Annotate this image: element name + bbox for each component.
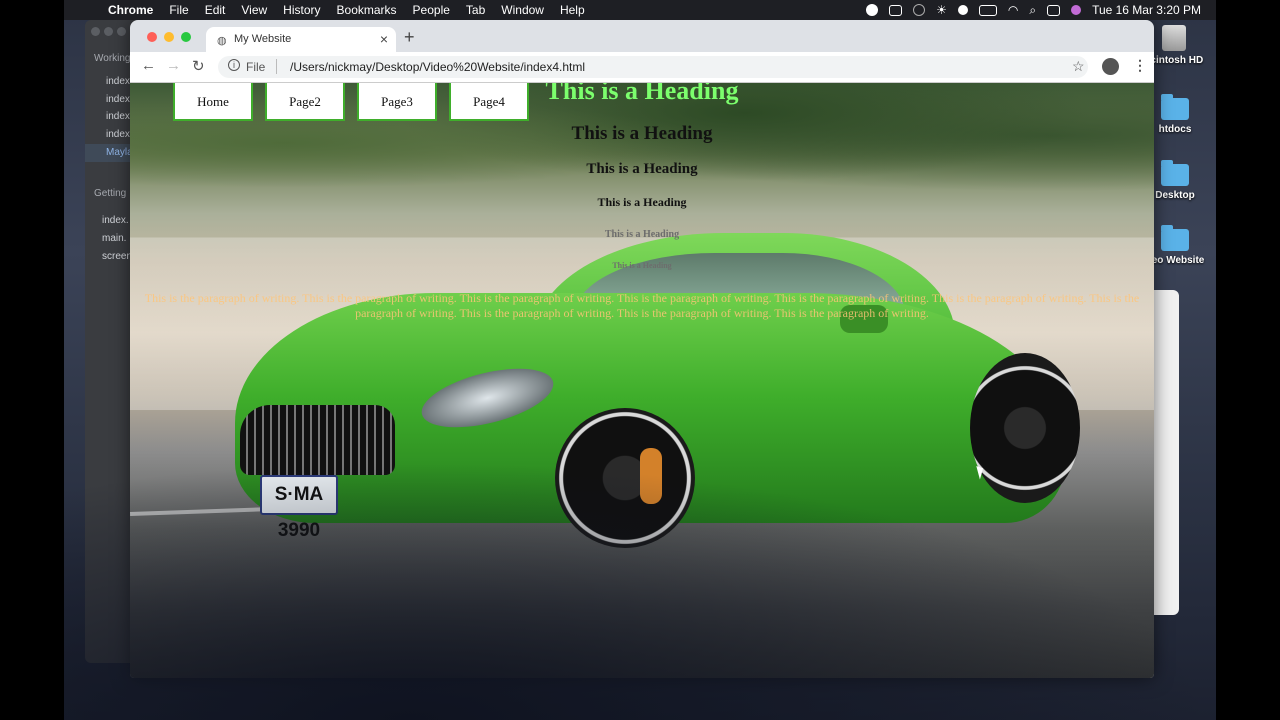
desktop: Chrome File Edit View History Bookmarks … (64, 0, 1216, 720)
search-icon[interactable]: ⌕ (1029, 3, 1036, 18)
heading-h5: This is a Heading (604, 229, 680, 240)
editor-section-working: Working (94, 53, 131, 64)
menu-help[interactable]: Help (560, 3, 585, 17)
editor-file[interactable]: index (106, 129, 130, 140)
record-icon[interactable] (866, 4, 879, 16)
desktop-icon-label: Desktop (1155, 190, 1195, 201)
menu-app-chrome[interactable]: Chrome (108, 3, 153, 17)
heading-h4: This is a Heading (597, 195, 687, 209)
editor-file[interactable]: main. (102, 233, 126, 244)
screen-mirror-icon[interactable] (889, 4, 903, 16)
toolbar: ← → ↻ i File /Users/nickmay/Desktop/Vide… (130, 52, 1154, 83)
heading-h6: This is a Heading (612, 261, 672, 270)
editor-traffic-lights (91, 27, 130, 39)
close-window-button[interactable] (147, 32, 157, 42)
car-grille (240, 405, 395, 475)
background-panel (1154, 290, 1179, 615)
menu-tab[interactable]: Tab (466, 3, 485, 17)
rear-wheel (970, 353, 1080, 503)
paragraph: This is the paragraph of writing. This i… (144, 291, 1140, 320)
editor-file[interactable]: index (106, 111, 130, 122)
control-center-icon[interactable] (1047, 4, 1061, 16)
folder-icon (1161, 94, 1189, 120)
desktop-icon-label: deo Website (1145, 255, 1205, 266)
editor-section-getting: Getting (94, 188, 127, 199)
menu-window[interactable]: Window (501, 3, 544, 17)
tab-my-website[interactable]: ◍ My Website × (206, 27, 396, 53)
menu-people[interactable]: People (413, 3, 450, 17)
desktop-icon-label: htdocs (1158, 124, 1192, 135)
mouse-cursor-icon (976, 464, 986, 480)
forward-icon[interactable]: → (166, 57, 181, 74)
back-icon[interactable]: ← (141, 57, 156, 74)
folder-icon (1161, 160, 1189, 186)
menu-kebab-icon[interactable]: ⋮ (1133, 57, 1147, 74)
editor-file[interactable]: index (106, 76, 130, 87)
zoom-window-button[interactable] (181, 32, 191, 42)
road-marking (130, 503, 360, 517)
globe-icon: ◍ (217, 35, 227, 47)
hdd-icon (1162, 25, 1186, 51)
url-text[interactable]: /Users/nickmay/Desktop/Video%20Website/i… (290, 60, 585, 74)
car-image: S·MA 3990 (235, 233, 1080, 563)
w-app-icon[interactable] (913, 4, 926, 16)
address-bar[interactable]: i File /Users/nickmay/Desktop/Video%20We… (218, 56, 1088, 78)
minimize-window-button[interactable] (164, 32, 174, 42)
account-icon[interactable] (1102, 58, 1119, 75)
chrome-window: ◍ My Website × + ← → ↻ i File /Users/nic… (130, 20, 1154, 678)
editor-file[interactable]: index (106, 94, 130, 105)
wifi-icon[interactable]: ◠ (1008, 3, 1018, 17)
url-scheme: File (246, 60, 266, 74)
battery-icon[interactable] (978, 4, 997, 16)
menu-bar: Chrome File Edit View History Bookmarks … (64, 0, 1216, 20)
bookmark-star-icon[interactable]: ☆ (1072, 58, 1085, 75)
info-icon[interactable]: i (228, 59, 240, 71)
play-icon[interactable] (957, 5, 968, 15)
heading-h3: This is a Heading (586, 161, 698, 177)
divider (276, 59, 277, 74)
menu-edit[interactable]: Edit (205, 3, 226, 17)
menu-view[interactable]: View (241, 3, 267, 17)
editor-folder[interactable]: screen (102, 251, 132, 262)
editor-file[interactable]: index. (102, 215, 129, 226)
menu-history[interactable]: History (283, 3, 320, 17)
brightness-icon[interactable]: ☀ (936, 3, 947, 17)
front-wheel (555, 408, 695, 548)
heading-h2: This is a Heading (571, 123, 713, 144)
reload-icon[interactable]: ↻ (192, 57, 205, 75)
license-plate: S·MA 3990 (260, 475, 338, 541)
brake-caliper (640, 448, 662, 504)
tab-title: My Website (234, 33, 292, 45)
heading-h1: This is a Heading (545, 83, 739, 105)
folder-icon (1161, 225, 1189, 251)
new-tab-button[interactable]: + (404, 27, 415, 48)
status-area: ☀ ◠ ⌕ Tue 16 Mar 3:20 PM (866, 3, 1201, 18)
siri-icon[interactable] (1071, 5, 1082, 15)
tab-strip: ◍ My Website × + (130, 20, 1154, 53)
menu-bookmarks[interactable]: Bookmarks (337, 3, 397, 17)
page-viewport: S·MA 3990 Home Page2 Page3 Page4 This is… (130, 83, 1154, 678)
menu-file[interactable]: File (169, 3, 188, 17)
clock[interactable]: Tue 16 Mar 3:20 PM (1092, 3, 1201, 17)
close-tab-icon[interactable]: × (380, 31, 388, 47)
